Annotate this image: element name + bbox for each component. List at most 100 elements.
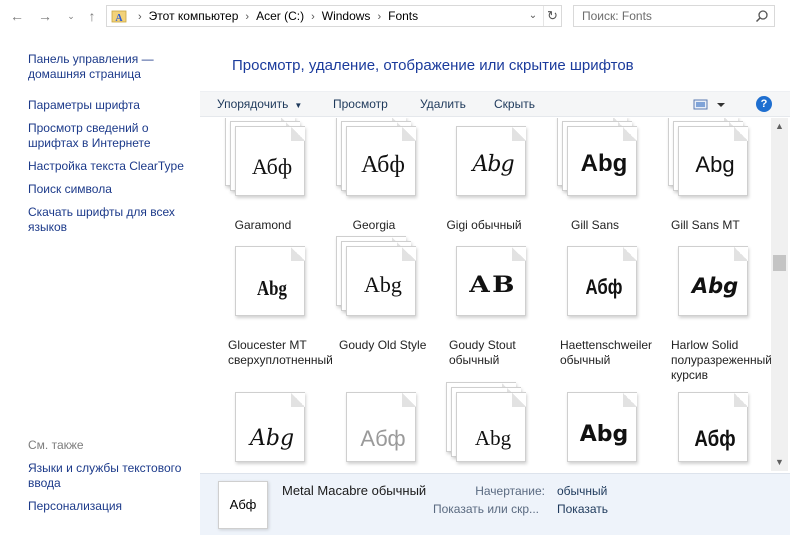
view-icon <box>693 99 725 110</box>
details-pane: Абф Metal Macabre обычный Начертание: об… <box>200 473 790 535</box>
font-family-stack-icon: Abg <box>336 236 418 324</box>
recent-locations-chevron-icon[interactable]: ⌄ <box>62 7 80 25</box>
font-settings-link[interactable]: Параметры шрифта <box>28 98 193 113</box>
personalization-link[interactable]: Персонализация <box>28 499 193 514</box>
font-file-icon: Abg <box>225 246 307 324</box>
search-box[interactable] <box>573 5 775 27</box>
fonts-folder-icon: A <box>111 10 127 24</box>
preview-button[interactable]: Просмотр <box>333 97 388 111</box>
font-tile[interactable]: AB Goudy Stout обычный <box>429 238 539 368</box>
breadcrumb-drive[interactable]: Acer (C:) <box>256 6 304 26</box>
cleartype-link[interactable]: Настройка текста ClearType <box>28 159 193 174</box>
breadcrumb-this-pc[interactable]: Этот компьютер <box>149 6 239 26</box>
scroll-down-arrow-icon[interactable]: ▼ <box>771 454 788 471</box>
scrollbar-thumb[interactable] <box>773 255 786 271</box>
font-sample-text: Abg <box>580 150 628 177</box>
up-arrow-icon[interactable]: ↑ <box>83 7 101 25</box>
font-file-icon: Abg <box>446 126 528 204</box>
forward-arrow-icon[interactable]: → <box>36 7 54 25</box>
font-tile[interactable]: Abg Gigi обычный <box>429 118 539 248</box>
font-name-label: Harlow Solid полуразреженный курсив <box>671 338 771 382</box>
font-file-icon: Abg <box>225 392 307 470</box>
font-sample-text: Abg <box>579 422 629 447</box>
help-icon[interactable]: ? <box>756 96 772 112</box>
font-info-online-link[interactable]: Просмотр сведений о шрифтах в Интернете <box>28 121 193 151</box>
vertical-scrollbar[interactable]: ▲ ▼ <box>771 118 788 471</box>
page-title: Просмотр, удаление, отображение или скры… <box>232 57 634 74</box>
font-tile[interactable]: Абф <box>319 384 429 471</box>
font-name-label: Gill Sans MT <box>671 218 740 232</box>
breadcrumb: › Этот компьютер › Acer (C:) › Windows › Fonts <box>131 6 418 26</box>
font-name-label: Goudy Stout обычный <box>449 338 516 367</box>
breadcrumb-windows[interactable]: Windows <box>322 6 371 26</box>
see-also-heading: См. также <box>28 438 84 452</box>
font-file-icon: Abg <box>668 246 750 324</box>
font-tile[interactable]: Abg Goudy Old Style <box>319 236 429 368</box>
show-hide-value: Показать <box>557 502 609 516</box>
font-sample-text: AB <box>469 272 517 298</box>
font-tile[interactable]: Abg <box>540 384 650 471</box>
organize-button[interactable]: Упорядочить ▼ <box>217 97 302 111</box>
delete-button[interactable]: Удалить <box>420 97 466 111</box>
font-sample-text: Абф <box>361 152 405 178</box>
font-name-label: Garamond <box>234 218 292 232</box>
font-grid: Абф Garamond Абф Georgia Abg Gigi обычный Abg G… <box>200 118 771 471</box>
font-sample-text: Абф <box>585 276 623 299</box>
selected-font-thumbnail: Абф <box>218 481 268 529</box>
back-arrow-icon[interactable]: ← <box>8 7 26 25</box>
control-panel-home-link[interactable]: Панель управления — домашняя страница <box>28 52 193 82</box>
dropdown-arrow-icon: ▼ <box>294 101 303 110</box>
font-sample-text: Абф <box>694 426 736 451</box>
address-box[interactable]: A › Этот компьютер › Acer (C:) › Windows › Font… <box>106 5 562 27</box>
font-name-label: Haettenschweiler обычный <box>560 338 653 367</box>
scroll-up-arrow-icon[interactable]: ▲ <box>771 118 788 135</box>
font-family-stack-icon: Абф <box>225 118 307 204</box>
download-fonts-link[interactable]: Скачать шрифты для всех языков <box>28 205 193 235</box>
font-sample-text: Абф <box>360 426 406 451</box>
address-dropdown-icon[interactable]: ⌄ <box>525 6 541 26</box>
font-name-label: Georgia <box>352 218 396 232</box>
font-file-icon: Абф <box>557 246 639 324</box>
font-file-icon: Абф <box>336 392 418 470</box>
font-tile[interactable]: Abg <box>429 382 539 471</box>
chevron-right-icon[interactable]: › <box>304 7 322 27</box>
font-tile[interactable]: Абф <box>651 384 761 471</box>
hide-button[interactable]: Скрыть <box>494 97 535 111</box>
search-icon[interactable] <box>755 9 769 23</box>
view-options-button[interactable] <box>693 97 727 113</box>
font-tile[interactable]: Абф Garamond <box>208 118 318 248</box>
style-value: обычный <box>557 484 608 498</box>
font-tile[interactable]: Abg Gill Sans MT <box>651 118 761 248</box>
font-sample-text: Abg <box>691 274 739 298</box>
font-file-icon: Абф <box>668 392 750 470</box>
font-family-stack-icon: Abg <box>446 382 528 470</box>
font-tile[interactable]: Abg Gill Sans <box>540 118 650 248</box>
chevron-right-icon[interactable]: › <box>238 7 256 27</box>
font-tile[interactable]: Abg Harlow Solid полуразреженный курсив <box>651 238 771 382</box>
font-name-label: Gill Sans <box>570 218 620 232</box>
font-tile[interactable]: Абф Georgia <box>319 118 429 248</box>
font-tile[interactable]: Абф Haettenschweiler обычный <box>540 238 653 368</box>
chevron-right-icon[interactable]: › <box>370 7 388 27</box>
breadcrumb-fonts[interactable]: Fonts <box>388 6 418 26</box>
refresh-icon[interactable]: ↻ <box>543 6 561 26</box>
text-input-services-link[interactable]: Языки и службы текстового ввода <box>28 461 193 491</box>
address-bar: ← → ⌄ ↑ A › Этот компьютер › Acer (C:) › Wind… <box>0 0 790 33</box>
font-name-label: Goudy Old Style <box>339 338 427 352</box>
font-sample-text: Abg <box>474 426 512 450</box>
search-input[interactable] <box>582 8 752 24</box>
font-family-stack-icon: Абф <box>336 118 418 204</box>
font-file-icon: Abg <box>557 392 639 470</box>
font-name-label: Gloucester MT сверхуплотненный <box>228 338 333 367</box>
font-sample-text: Abg <box>472 152 514 177</box>
font-file-icon: AB <box>446 246 528 324</box>
font-family-stack-icon: Abg <box>668 118 750 204</box>
font-sample-text: Abg <box>364 272 402 297</box>
font-sample-text: Abg <box>695 152 735 177</box>
font-tile[interactable]: Abg <box>208 384 318 471</box>
command-bar: Упорядочить ▼ Просмотр Удалить Скрыть ? <box>200 91 790 117</box>
font-tile[interactable]: Abg Gloucester MT сверхуплотненный <box>208 238 333 368</box>
find-character-link[interactable]: Поиск символа <box>28 182 193 197</box>
chevron-right-icon: › <box>138 11 142 23</box>
font-name-label: Gigi обычный <box>446 218 522 232</box>
